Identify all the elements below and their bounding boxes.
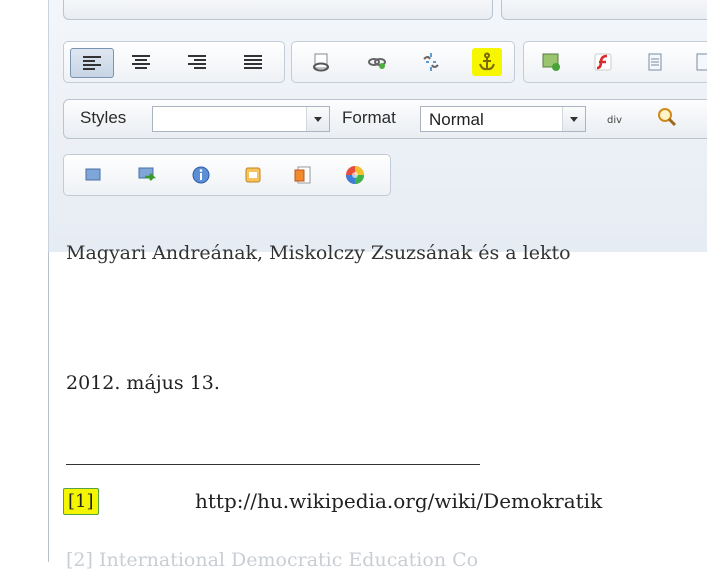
- date-paragraph: 2012. május 13.: [66, 372, 220, 394]
- format-label: Format: [342, 108, 396, 127]
- styles-format-row: Styles Format Normal div: [63, 99, 707, 139]
- link-green-icon: [368, 58, 386, 69]
- info-icon: [192, 166, 210, 184]
- export-button[interactable]: [134, 163, 160, 187]
- anchor-icon: [479, 52, 495, 71]
- editor-content-area[interactable]: Magyari Andreának, Miskolczy Zsuzsának é…: [48, 242, 707, 571]
- chevron-down-icon: [562, 107, 585, 131]
- misc-group: [63, 154, 391, 196]
- more-button[interactable]: [690, 50, 707, 74]
- toolbar-row-cropped-2: [501, 0, 707, 20]
- find-icon: [658, 108, 677, 127]
- export-icon: [138, 167, 157, 181]
- align-right-icon: [188, 55, 206, 69]
- blue-block-button[interactable]: [80, 163, 106, 187]
- insert-group: [523, 41, 707, 83]
- anchor-button[interactable]: [472, 48, 502, 76]
- footnote-separator: [66, 464, 480, 465]
- format-value: Normal: [429, 110, 484, 129]
- image-button[interactable]: [538, 50, 564, 74]
- flash-icon: [594, 53, 612, 71]
- align-center-button[interactable]: [128, 50, 154, 74]
- chevron-down-icon: [306, 107, 329, 131]
- table-icon: [648, 53, 662, 71]
- div-button[interactable]: div: [604, 107, 630, 131]
- cropped-footnote: [2] International Democratic Education C…: [66, 549, 479, 571]
- color-button[interactable]: [342, 163, 368, 187]
- flash-button[interactable]: [590, 50, 616, 74]
- align-left-icon: [83, 56, 101, 70]
- div-icon: div: [607, 115, 622, 126]
- svg-text:div: div: [607, 115, 622, 126]
- toolbar-row-cropped: [63, 0, 493, 20]
- table-button[interactable]: [642, 50, 668, 74]
- info-button[interactable]: [188, 163, 214, 187]
- unlink-button[interactable]: [418, 50, 444, 74]
- link-green-button[interactable]: [364, 50, 390, 74]
- link-group: [291, 41, 515, 83]
- styles-label: Styles: [80, 108, 127, 127]
- template-button[interactable]: [240, 163, 266, 187]
- link-button[interactable]: [308, 50, 334, 74]
- page-break-button[interactable]: [290, 163, 316, 187]
- align-justify-icon: [244, 55, 262, 69]
- styles-dropdown[interactable]: [152, 106, 330, 132]
- cropped-paragraph: Magyari Andreának, Miskolczy Zsuzsának é…: [66, 242, 571, 264]
- footnote-url-text: http://hu.wikipedia.org/wiki/Demokratik: [195, 489, 603, 513]
- align-justify-button[interactable]: [240, 50, 266, 74]
- align-center-icon: [132, 55, 150, 69]
- image-icon: [542, 53, 560, 71]
- page-icon: [696, 53, 707, 71]
- editor-toolbar-area: Styles Format Normal div: [48, 0, 707, 252]
- align-right-button[interactable]: [184, 50, 210, 74]
- find-button[interactable]: [654, 105, 680, 129]
- alignment-group: [63, 41, 285, 83]
- page-icon: [294, 166, 311, 184]
- format-dropdown[interactable]: Normal: [420, 106, 586, 132]
- link-icon: [313, 53, 329, 72]
- blue-block-icon: [85, 168, 101, 181]
- unlink-icon: [423, 53, 439, 71]
- template-icon: [245, 167, 261, 183]
- align-left-button[interactable]: [70, 48, 114, 78]
- footnote-anchor-marker[interactable]: [1]: [63, 488, 99, 515]
- color-wheel-icon: [346, 166, 364, 184]
